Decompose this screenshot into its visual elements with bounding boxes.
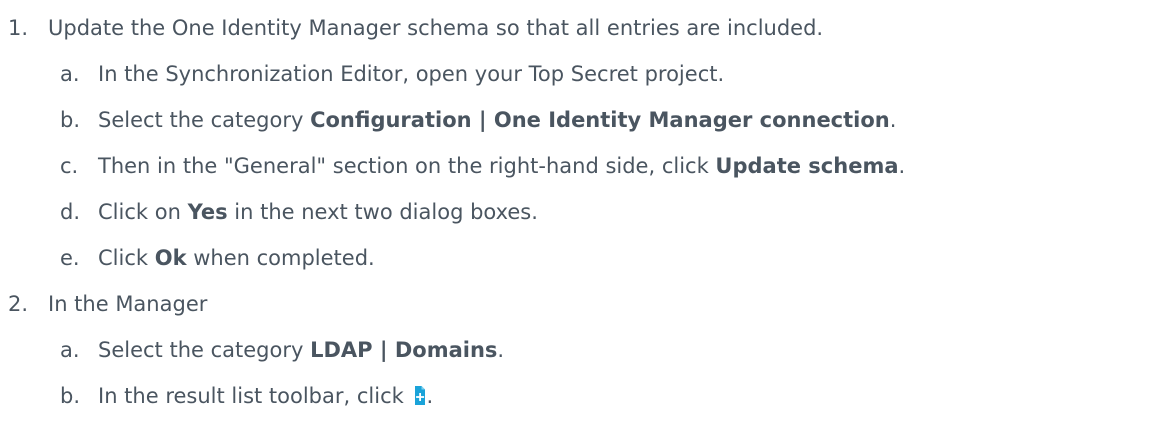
- substep-text-end: .: [497, 338, 505, 362]
- substep-text: Select the category: [98, 108, 311, 132]
- substep-letter: e.: [60, 246, 80, 270]
- substep-text: In the result list toolbar, click: [98, 384, 411, 408]
- document: 1. Update the One Identity Manager schema…: [0, 0, 1149, 423]
- substep-1a: a. In the Synchronization Editor, open yo…: [60, 60, 724, 88]
- ui-button-label: Update schema: [715, 154, 899, 178]
- substep-letter: b.: [60, 108, 81, 132]
- substep-2b: b. In the result list toolbar, click .: [60, 382, 433, 410]
- substep-text-end: .: [898, 154, 906, 178]
- substep-text: Select the category: [98, 338, 311, 362]
- new-document-icon: [414, 385, 426, 406]
- ui-path-label: LDAP | Domains: [310, 338, 498, 362]
- substep-1b: b. Select the category Configuration | On…: [60, 106, 896, 134]
- substep-text-end: .: [426, 384, 434, 408]
- substep-1c: c. Then in the "General" section on the r…: [60, 152, 905, 180]
- substep-text: Click: [98, 246, 155, 270]
- step-2: 2. In the Manager: [8, 290, 207, 318]
- step-number: 2.: [8, 292, 29, 316]
- substep-1d: d. Click on Yes in the next two dialog bo…: [60, 198, 538, 226]
- substep-1e: e. Click Ok when completed.: [60, 244, 375, 272]
- substep-letter: c.: [60, 154, 79, 178]
- step-text: Update the One Identity Manager schema s…: [48, 16, 824, 40]
- substep-2a: a. Select the category LDAP | Domains.: [60, 336, 504, 364]
- substep-text-end: when completed.: [186, 246, 375, 270]
- ui-button-label: Yes: [187, 200, 228, 224]
- ui-button-label: Ok: [154, 246, 187, 270]
- step-number: 1.: [8, 16, 29, 40]
- ui-path-label: Configuration | One Identity Manager con…: [310, 108, 890, 132]
- substep-letter: a.: [60, 338, 80, 362]
- substep-letter: b.: [60, 384, 81, 408]
- step-text: In the Manager: [48, 292, 208, 316]
- substep-text: In the Synchronization Editor, open your…: [98, 62, 725, 86]
- substep-letter: d.: [60, 200, 81, 224]
- step-1: 1. Update the One Identity Manager schema…: [8, 14, 823, 42]
- substep-letter: a.: [60, 62, 80, 86]
- substep-text: Click on: [98, 200, 188, 224]
- substep-text-end: in the next two dialog boxes.: [227, 200, 538, 224]
- substep-text-end: .: [889, 108, 897, 132]
- substep-text: Then in the "General" section on the rig…: [98, 154, 716, 178]
